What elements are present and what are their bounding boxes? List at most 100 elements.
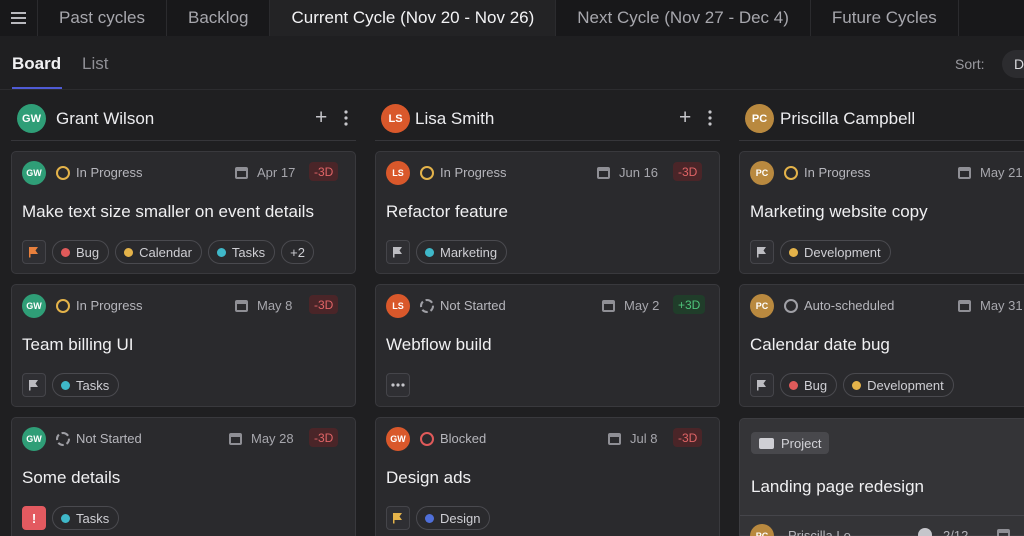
status-indicator[interactable]: In Progress (420, 165, 506, 180)
due-date[interactable]: May 8 (235, 298, 292, 313)
status-text: Auto-scheduled (804, 298, 895, 313)
due-date[interactable]: May 28 (229, 431, 294, 446)
tag-label: Bug (804, 377, 828, 393)
due-date[interactable]: Apr 17 (235, 165, 295, 180)
tag-bug[interactable]: Bug (52, 240, 110, 264)
status-indicator[interactable]: In Progress (56, 298, 142, 313)
tag-calendar[interactable]: Calendar (115, 240, 202, 264)
more-vertical-icon[interactable] (708, 110, 712, 126)
view-tab-board[interactable]: Board (12, 54, 61, 74)
tag-label: Tasks (76, 510, 110, 526)
deadline-badge: -3D (309, 162, 339, 181)
due-date[interactable]: May 2 (602, 298, 659, 313)
in-progress-icon (784, 165, 798, 180)
tag-development[interactable]: Development (780, 240, 891, 264)
task-card[interactable]: PC In Progress May 21 Marketing website … (739, 151, 1024, 274)
calendar-icon (958, 166, 971, 179)
project-card[interactable]: Project Landing page redesign PC Priscil… (739, 418, 1024, 536)
more-vertical-icon[interactable] (344, 110, 348, 126)
view-tab-list[interactable]: List (82, 54, 108, 74)
add-task-icon[interactable]: + (315, 107, 327, 128)
task-count: 2/12 (943, 528, 969, 536)
deadline-badge: -3D (673, 428, 703, 447)
priority-flag-icon[interactable] (750, 240, 774, 264)
due-date-text: May 31 (980, 298, 1023, 313)
priority-flag-icon[interactable] (750, 373, 774, 397)
status-indicator[interactable]: In Progress (56, 165, 142, 180)
urgent-priority-icon[interactable]: ! (22, 506, 46, 530)
folder-icon (759, 437, 774, 449)
tag-label: Design (440, 510, 481, 526)
due-date-text: Jul 8 (630, 431, 658, 446)
tag-tasks[interactable]: Tasks (52, 373, 120, 397)
column-title: Grant Wilson (56, 109, 155, 128)
task-card[interactable]: LS Not Started May 2 +3D Webflow build (375, 284, 720, 407)
tag-row: Development (750, 240, 897, 264)
tag-tasks[interactable]: Tasks (207, 240, 276, 264)
tag-row: Marketing (386, 240, 513, 264)
status-text: Blocked (440, 431, 487, 446)
tag-row: Bug Calendar Tasks +2 (22, 240, 320, 264)
status-indicator[interactable]: Not Started (420, 298, 506, 313)
task-card[interactable]: GW Blocked Jul 8 -3D Design ads Design (375, 417, 720, 536)
tab-next-cycle[interactable]: Next Cycle (Nov 27 - Dec 4) (556, 0, 811, 36)
tag-marketing[interactable]: Marketing (416, 240, 508, 264)
task-card[interactable]: PC Auto-scheduled May 31 Calendar date b… (739, 284, 1024, 407)
in-progress-icon (56, 165, 70, 180)
in-progress-icon (420, 165, 434, 180)
tab-past-cycles[interactable]: Past cycles (38, 0, 167, 36)
avatar: GW (22, 161, 46, 185)
due-date-text: Apr 17 (257, 165, 296, 180)
task-title: Marketing website copy (750, 202, 928, 221)
status-indicator[interactable]: Auto-scheduled (784, 298, 894, 313)
tab-future-cycles[interactable]: Future Cycles (811, 0, 959, 36)
task-card[interactable]: GW In Progress Apr 17 -3D Make text size… (11, 151, 356, 274)
tag-row (386, 373, 410, 397)
priority-flag-icon[interactable] (386, 506, 410, 530)
tag-design[interactable]: Design (416, 506, 491, 530)
column-title: Lisa Smith (415, 109, 495, 128)
deadline-badge: -3D (309, 295, 339, 314)
task-title: Webflow build (386, 335, 492, 354)
calendar-icon (597, 166, 610, 179)
tag-color-dot (789, 380, 798, 390)
priority-flag-icon[interactable] (22, 240, 46, 264)
tag-row: ! Tasks (22, 506, 125, 530)
tag-row: Bug Development (750, 373, 960, 397)
auto-scheduled-icon (784, 298, 798, 313)
task-card[interactable]: GW Not Started May 28 -3D Some details !… (11, 417, 356, 536)
task-card[interactable]: GW In Progress May 8 -3D Team billing UI… (11, 284, 356, 407)
column-header: PC Priscilla Campbell (739, 92, 1024, 141)
due-date[interactable]: Jul 8 (608, 431, 657, 446)
status-text: In Progress (804, 165, 871, 180)
tab-backlog[interactable]: Backlog (167, 0, 271, 36)
due-date[interactable]: May 21 (958, 165, 1023, 180)
status-text: Not Started (76, 431, 142, 446)
tag-development[interactable]: Development (843, 373, 954, 397)
task-title: Design ads (386, 468, 472, 487)
task-title: Make text size smaller on event details (22, 202, 314, 221)
add-task-icon[interactable]: + (679, 107, 691, 128)
active-view-underline (12, 87, 62, 89)
more-tags-pill[interactable]: +2 (281, 240, 314, 264)
project-chip[interactable]: Project (751, 432, 830, 454)
priority-flag-icon[interactable] (22, 373, 46, 397)
priority-flag-icon[interactable] (386, 240, 410, 264)
column-title: Priscilla Campbell (780, 109, 916, 128)
more-options-icon[interactable] (386, 373, 410, 397)
menu-button[interactable] (0, 0, 38, 36)
status-indicator[interactable]: Blocked (420, 431, 486, 446)
calendar-icon (235, 299, 248, 312)
tab-current-cycle[interactable]: Current Cycle (Nov 20 - Nov 26) (270, 0, 557, 36)
project-title: Landing page redesign (751, 477, 924, 496)
status-indicator[interactable]: In Progress (784, 165, 870, 180)
tag-color-dot (61, 380, 70, 390)
due-date[interactable]: Jun 16 (597, 165, 658, 180)
due-date[interactable]: May 31 (958, 298, 1023, 313)
sort-dropdown[interactable]: D (1002, 50, 1024, 78)
avatar: GW (386, 427, 410, 451)
tag-bug[interactable]: Bug (780, 373, 838, 397)
tag-tasks[interactable]: Tasks (52, 506, 120, 530)
status-indicator[interactable]: Not Started (56, 431, 142, 446)
task-card[interactable]: LS In Progress Jun 16 -3D Refactor featu… (375, 151, 720, 274)
